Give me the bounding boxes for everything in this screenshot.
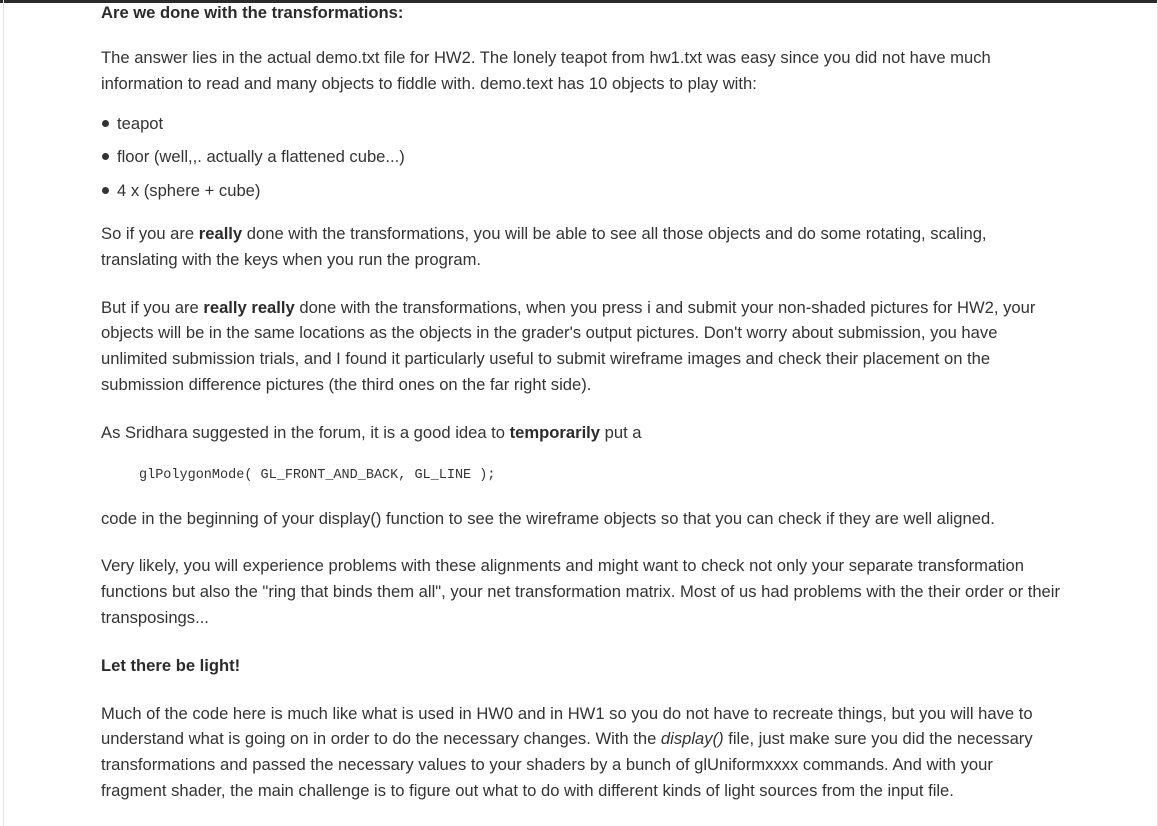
emphasis-display: display() [660, 729, 724, 749]
emphasis-really-really: really really [203, 297, 295, 317]
paragraph-sridhara-suggestion: As Sridhara suggested in the forum, it i… [101, 420, 1061, 446]
paragraph-shaders: Much of the code here is much like what … [101, 701, 1061, 804]
text-run: But if you are [101, 297, 204, 317]
emphasis-really: really [198, 224, 243, 244]
text-run: So if you are [101, 224, 199, 244]
emphasis-temporarily: temporarily [509, 422, 601, 442]
paragraph-display-wireframe: code in the beginning of your display() … [101, 508, 995, 528]
left-border [3, 0, 4, 826]
list-item: teapot [101, 107, 1061, 141]
text-run: As Sridhara suggested in the forum, it i… [101, 422, 510, 442]
heading-transformations: Are we done with the transformations: [101, 3, 404, 22]
paragraph-really-really-done: But if you are really really done with t… [101, 295, 1061, 398]
objects-list: teapot floor (well,,. actually a flatten… [101, 107, 1061, 208]
code-snippet: glPolygonMode( GL_FRONT_AND_BACK, GL_LIN… [139, 467, 496, 483]
article-content: Are we done with the transformations: Th… [101, 3, 1061, 804]
list-item: 4 x (sphere + cube) [101, 174, 1061, 208]
list-item: floor (well,,. actually a flattened cube… [101, 140, 1061, 174]
text-run: put a [600, 422, 642, 442]
paragraph-really-done: So if you are really done with the trans… [101, 221, 1061, 273]
heading-let-there-be-light: Let there be light! [101, 655, 241, 675]
paragraph-demo-file: The answer lies in the actual demo.txt f… [101, 48, 991, 93]
paragraph-alignment-problems: Very likely, you will experience problem… [101, 556, 1061, 628]
